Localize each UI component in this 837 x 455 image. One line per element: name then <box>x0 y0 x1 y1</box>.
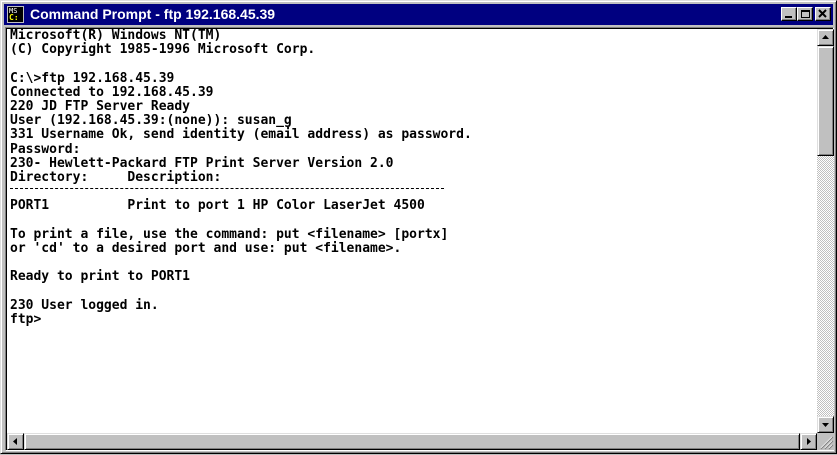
icon-bottom-text: C: <box>9 13 19 22</box>
console-frame: Microsoft(R) Windows NT(TM) (C) Copyright… <box>5 27 834 451</box>
scroll-left-button[interactable] <box>7 433 24 450</box>
close-icon <box>818 9 827 18</box>
arrow-right-icon <box>807 438 811 445</box>
console-line: 230- Hewlett-Packard FTP Print Server Ve… <box>10 155 394 171</box>
resize-grip-icon <box>820 436 834 450</box>
horizontal-scroll-thumb[interactable] <box>24 433 800 450</box>
arrow-up-icon <box>822 35 829 39</box>
window-title: Command Prompt - ftp 192.168.45.39 <box>30 6 276 22</box>
maximize-icon <box>801 10 810 18</box>
console-line: C:\>ftp 192.168.45.39 <box>10 70 175 86</box>
console-line: 220 JD FTP Server Ready <box>10 98 191 114</box>
separator-rule <box>10 188 444 190</box>
console-line: Microsoft(R) Windows NT(TM) <box>10 29 222 43</box>
ms-dos-icon[interactable]: MS C: <box>7 6 24 23</box>
console-line: PORT1 Print to port 1 HP Color LaserJet … <box>10 198 425 214</box>
console-line: User (192.168.45.39:(none)): susan_g <box>10 113 292 129</box>
minimize-button[interactable] <box>781 7 797 21</box>
arrow-down-icon <box>822 423 829 427</box>
console-text-block: Microsoft(R) Windows NT(TM) (C) Copyright… <box>10 29 472 327</box>
minimize-icon <box>785 16 792 18</box>
arrow-left-icon <box>13 438 17 445</box>
console-line: Connected to 192.168.45.39 <box>10 84 214 100</box>
console-line: To print a file, use the command: put <f… <box>10 226 449 242</box>
console-line: ftp> <box>10 311 42 327</box>
vertical-scrollbar[interactable] <box>817 29 834 433</box>
console-line: 331 Username Ok, send identity (email ad… <box>10 127 472 143</box>
console-line: Password: <box>10 141 81 157</box>
console-line: (C) Copyright 1985-1996 Microsoft Corp. <box>10 42 316 58</box>
console-output[interactable]: Microsoft(R) Windows NT(TM) (C) Copyright… <box>7 29 817 433</box>
console-line: Directory: Description: <box>10 169 222 185</box>
title-bar[interactable]: MS C: Command Prompt - ftp 192.168.45.39 <box>4 4 833 25</box>
console-line: or 'cd' to a desired port and use: put <… <box>10 240 402 256</box>
console-line: 230 User logged in. <box>10 297 159 313</box>
console-line: Ready to print to PORT1 <box>10 269 191 285</box>
scroll-up-button[interactable] <box>817 29 834 46</box>
vertical-scroll-thumb[interactable] <box>817 46 834 156</box>
scroll-down-button[interactable] <box>817 416 834 433</box>
close-button[interactable] <box>815 7 831 21</box>
size-grip[interactable] <box>817 433 834 450</box>
command-prompt-window: MS C: Command Prompt - ftp 192.168.45.39… <box>0 0 837 454</box>
horizontal-scrollbar[interactable] <box>7 433 817 450</box>
scroll-right-button[interactable] <box>800 433 817 450</box>
maximize-button[interactable] <box>797 7 813 21</box>
